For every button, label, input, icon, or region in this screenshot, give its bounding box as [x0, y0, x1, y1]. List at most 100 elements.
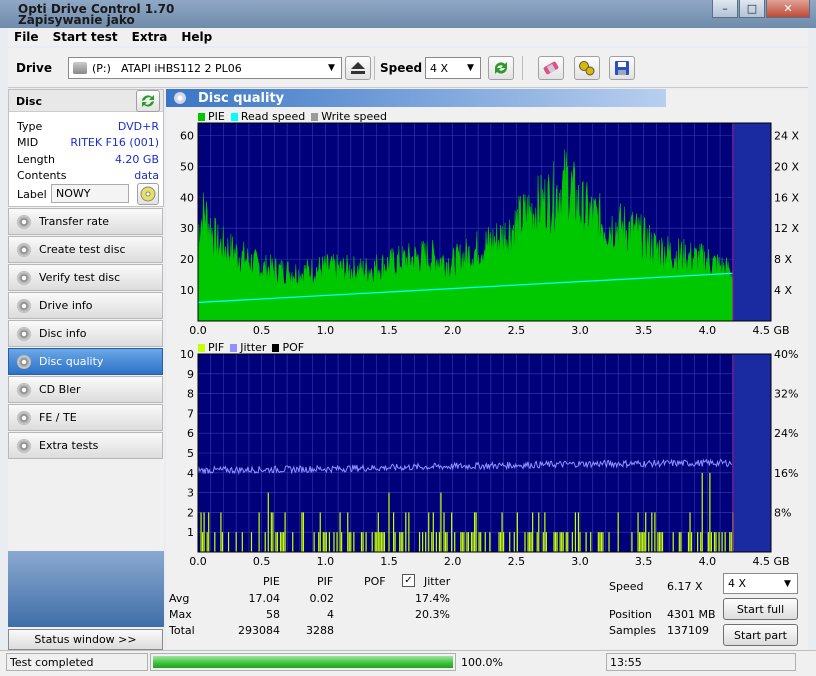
- start-full-button[interactable]: Start full: [723, 598, 798, 620]
- save-button[interactable]: [609, 56, 635, 80]
- sidebar-item-label: Verify test disc: [39, 271, 121, 284]
- menu-extra[interactable]: Extra: [126, 30, 176, 44]
- minimize-button[interactable]: –: [712, 0, 738, 18]
- erase-button[interactable]: [538, 56, 564, 80]
- y-tick-label: 60: [180, 129, 194, 142]
- sidebar-item-fe-te[interactable]: FE / TE: [8, 404, 163, 431]
- disc-refresh-button[interactable]: [136, 90, 160, 112]
- x-tick-label: 3.0: [571, 555, 589, 568]
- avg-jitter: 17.4%: [415, 592, 450, 605]
- disc-icon: [17, 326, 31, 341]
- sidebar-item-label: Extra tests: [39, 439, 99, 452]
- y-tick-label: 8: [187, 388, 194, 401]
- menu-start-test[interactable]: Start test: [47, 30, 126, 44]
- sidebar-item-drive-info[interactable]: Drive info: [8, 292, 163, 319]
- sidebar: Disc Type DVD+R MID RITEK F16 (001) Length…: [8, 89, 164, 650]
- sidebar-item-extra-tests[interactable]: Extra tests: [8, 432, 163, 459]
- y2-tick-label: 12 X: [774, 222, 799, 235]
- speed-select[interactable]: 4 X ▼: [425, 57, 481, 79]
- label-button[interactable]: [137, 183, 159, 205]
- y-tick-label: 1: [187, 526, 194, 539]
- sidebar-item-create-test-disc[interactable]: Create test disc: [8, 236, 163, 263]
- main-panel: Disc quality PIE Read speed Write speed …: [166, 89, 808, 649]
- disc-icon: [17, 354, 31, 369]
- sidebar-item-cd-bler[interactable]: CD Bler: [8, 376, 163, 403]
- start-part-button[interactable]: Start part: [723, 624, 798, 646]
- window-title: Opti Drive Control 1.70 Zapisywanie jako: [18, 2, 175, 27]
- sidebar-item-label: CD Bler: [39, 383, 81, 396]
- drive-select[interactable]: (P:) ATAPI iHBS112 2 PL06 ▼: [68, 57, 342, 79]
- refresh-icon: [142, 95, 154, 107]
- chevron-down-icon: ▼: [784, 579, 791, 589]
- col-pof-header: POF: [364, 575, 386, 588]
- drive-label: Drive: [16, 61, 52, 75]
- mid-value: RITEK F16 (001): [70, 136, 159, 149]
- col-pif-header: PIF: [317, 575, 334, 588]
- label-field[interactable]: NOWY: [51, 184, 129, 203]
- x-tick-label: 1.0: [317, 555, 335, 568]
- sidebar-item-disc-quality[interactable]: Disc quality: [8, 348, 163, 375]
- y2-tick-label: 16 X: [774, 191, 799, 204]
- refresh-speed-button[interactable]: [488, 56, 514, 80]
- disc-icon: [17, 410, 31, 425]
- x-tick-label: 1.5: [380, 324, 398, 337]
- y-tick-label: 50: [180, 160, 194, 173]
- sidebar-item-label: Disc quality: [39, 355, 104, 368]
- close-button[interactable]: ✕: [766, 0, 810, 18]
- disc-icon: [17, 214, 31, 229]
- pie-base: [198, 291, 733, 321]
- menu-file[interactable]: File: [8, 30, 47, 44]
- total-pie: 293084: [238, 624, 280, 637]
- col-pie-header: PIE: [263, 575, 280, 588]
- progress-text: 100.0%: [461, 655, 503, 669]
- contents-value: data: [134, 169, 159, 182]
- speed-info-value: 6.17 X: [667, 580, 703, 593]
- unused-area: [732, 123, 771, 321]
- position-label: Position: [609, 608, 652, 621]
- eject-icon: [351, 62, 365, 74]
- contents-label: Contents: [17, 169, 67, 182]
- sidebar-item-disc-info[interactable]: Disc info: [8, 320, 163, 347]
- y-tick-label: 5: [187, 447, 194, 460]
- length-value: 4.20 GB: [114, 153, 159, 166]
- y2-tick-label: 32%: [774, 388, 798, 401]
- test-speed-select[interactable]: 4 X ▼: [723, 573, 798, 594]
- position-value: 4301 MB: [667, 608, 716, 621]
- disc-icon: [17, 270, 31, 285]
- max-pie: 58: [266, 608, 280, 621]
- sidebar-item-label: Drive info: [39, 299, 93, 312]
- y2-tick-label: 20 X: [774, 160, 799, 173]
- avg-pif: 0.02: [309, 592, 335, 605]
- eraser-icon: [543, 61, 559, 75]
- eject-button[interactable]: [345, 56, 371, 80]
- avg-label: Avg: [169, 592, 190, 605]
- settings-button[interactable]: [574, 56, 600, 80]
- chevron-down-icon: ▼: [328, 63, 335, 73]
- y-tick-label: 4: [187, 467, 194, 480]
- menu-help[interactable]: Help: [175, 30, 220, 44]
- x-tick-label: 1.5: [380, 555, 398, 568]
- sidebar-item-verify-test-disc[interactable]: Verify test disc: [8, 264, 163, 291]
- disc-quality-icon: [174, 92, 186, 104]
- refresh-icon: [495, 62, 507, 74]
- x-tick-label: 4.0: [699, 555, 717, 568]
- y2-tick-label: 40%: [774, 350, 798, 361]
- maximize-button[interactable]: □: [739, 0, 765, 18]
- pie-chart: 0.0 0.5 1.0 1.5 2.0 2.5 3.0 3.5 4.0 4.5 GB 10 20 30 4…: [180, 122, 799, 337]
- y-tick-label: 7: [187, 407, 194, 420]
- x-tick-label: 4.5 GB: [752, 324, 789, 337]
- status-window-button[interactable]: Status window >>: [8, 629, 163, 650]
- total-pif: 3288: [306, 624, 334, 637]
- time-text: 13:55: [606, 653, 796, 671]
- floppy-icon: [615, 61, 629, 75]
- y-tick-label: 40: [180, 191, 194, 204]
- x-tick-label: 3.5: [635, 324, 653, 337]
- speed-label: Speed: [380, 61, 423, 75]
- sidebar-background: [8, 551, 164, 627]
- sidebar-item-transfer-rate[interactable]: Transfer rate: [8, 208, 163, 235]
- status-bar: Test completed 100.0% 13:55: [0, 650, 816, 676]
- avg-pie: 17.04: [248, 592, 281, 605]
- disc-icon: [17, 438, 31, 453]
- disc-info-panel: Disc Type DVD+R MID RITEK F16 (001) Length…: [8, 89, 164, 207]
- jitter-checkbox[interactable]: ✓: [402, 574, 415, 587]
